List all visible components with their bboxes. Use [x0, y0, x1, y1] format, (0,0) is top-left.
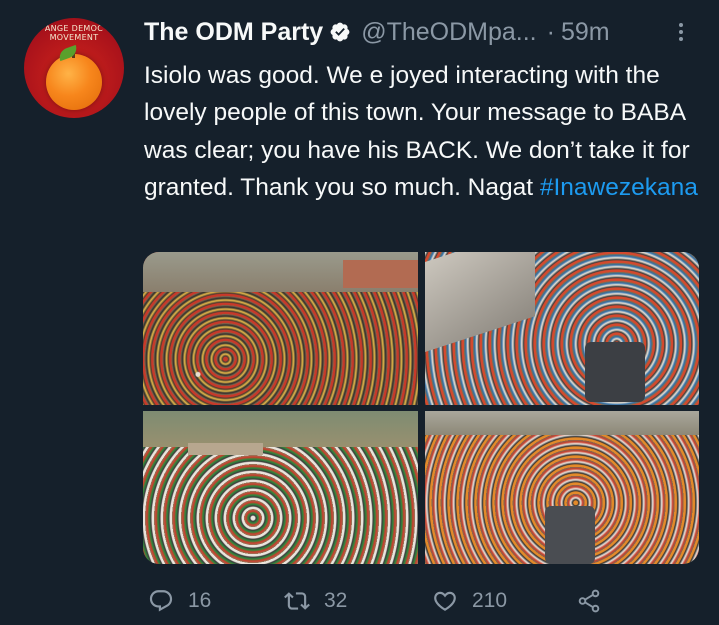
share-button[interactable] [576, 586, 616, 616]
more-options-icon[interactable] [676, 20, 686, 46]
media-grid [143, 252, 699, 564]
retweet-button[interactable]: 32 [284, 586, 347, 616]
like-button[interactable]: 210 [432, 586, 507, 616]
display-name[interactable]: The ODM Party [144, 18, 323, 47]
reply-count: 16 [188, 589, 212, 612]
heart-icon [434, 591, 456, 611]
tweet-actions: 16 32 210 [144, 586, 614, 616]
like-count: 210 [472, 589, 508, 612]
orange-logo-icon [46, 54, 102, 110]
separator-dot: · [546, 17, 555, 46]
retweet-icon [284, 592, 310, 610]
reply-button[interactable]: 16 [148, 586, 211, 616]
tweet-header: The ODM Party @TheODMpa... · 59m [144, 14, 610, 50]
photo-1[interactable] [143, 252, 418, 405]
avatar-logo-text: ANGE DEMOC MOVEMENT [44, 24, 104, 42]
timestamp[interactable]: 59m [561, 18, 610, 47]
photo-2[interactable] [425, 252, 699, 405]
reply-icon [149, 590, 173, 612]
verified-badge-icon [330, 22, 350, 42]
photo-4[interactable] [425, 411, 699, 564]
hashtag-link[interactable]: #Inawezekana [540, 174, 698, 201]
photo-3[interactable] [143, 411, 418, 564]
share-icon [578, 589, 600, 613]
avatar[interactable]: ANGE DEMOC MOVEMENT [24, 18, 124, 118]
retweet-count: 32 [324, 589, 348, 612]
tweet-text: Isiolo was good. We e joyed interacting … [144, 57, 704, 207]
handle[interactable]: @TheODMpa... [361, 18, 536, 47]
